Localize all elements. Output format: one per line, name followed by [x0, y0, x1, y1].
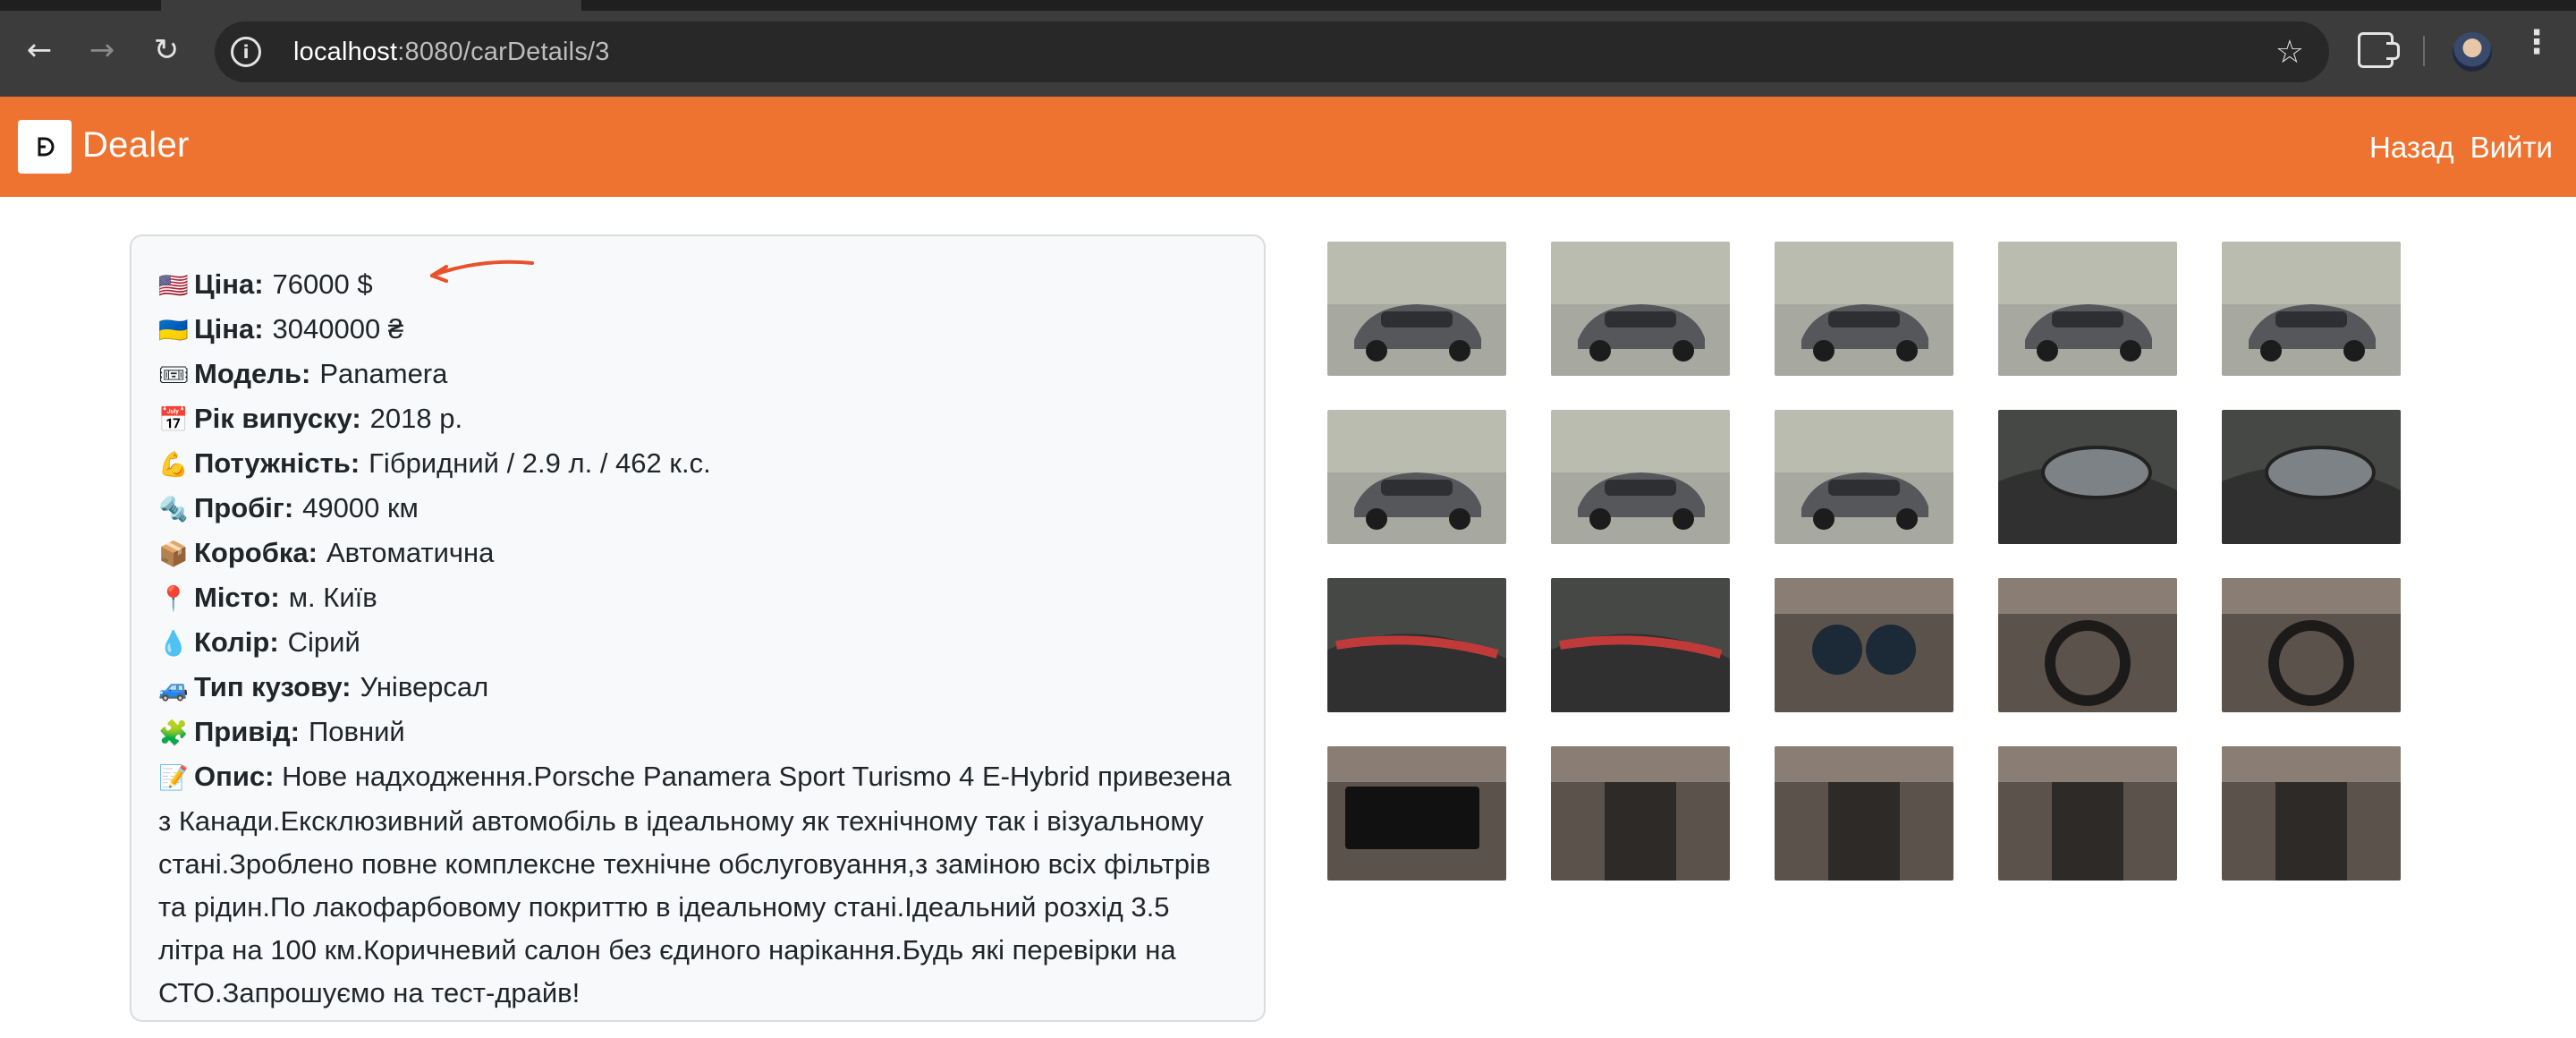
arrow-left-icon: ← [26, 32, 53, 68]
gallery-photo[interactable] [1551, 746, 1730, 881]
price-usd-row: 🇺🇸 Ціна: 76000 $ [158, 263, 1241, 308]
arrow-right-icon: → [89, 32, 115, 68]
row-value: 49000 км [302, 492, 419, 523]
details-card: 🇺🇸 Ціна: 76000 $ 🇺🇦 Ціна: 3040000 ₴ 🎟 Модель:… [130, 234, 1266, 1022]
muscle-icon: 💪 [158, 451, 189, 479]
gallery-photo[interactable] [2222, 242, 2401, 376]
drive-row: 🧩 Привід: Повний [158, 710, 1241, 755]
toolbar-divider [2423, 36, 2425, 66]
back-link[interactable]: Назад [2369, 131, 2454, 165]
row-value: Гібридний / 2.9 л. / 462 к.с. [369, 447, 711, 479]
puzzle-icon[interactable] [2358, 32, 2400, 68]
gallery-photo[interactable] [1998, 410, 2177, 544]
description-text: Нове надходження.Porsche Panamera Sport … [158, 761, 1232, 1008]
row-value: Повний [308, 716, 405, 747]
profile-avatar[interactable] [2453, 32, 2492, 72]
pin-icon: 📍 [158, 585, 189, 613]
puzzle-piece-icon: 🧩 [158, 719, 189, 747]
site-info-icon[interactable]: i [231, 37, 261, 67]
kebab-icon[interactable]: ⋮ [2521, 27, 2553, 59]
row-label: Місто: [194, 582, 280, 613]
row-label: Тип кузову: [194, 671, 352, 702]
row-value: 76000 $ [272, 268, 373, 300]
row-label: Модель: [194, 358, 311, 389]
color-row: 💧 Колір: Сірий [158, 621, 1241, 666]
gallery-photo[interactable] [1327, 746, 1506, 881]
url-text[interactable]: localhost:8080/carDetails/3 [293, 38, 610, 67]
gallery-photo[interactable] [1998, 242, 2177, 376]
car-icon: 🚙 [158, 675, 189, 702]
row-value: Автоматична [326, 537, 495, 568]
row-value: Panamera [319, 358, 448, 389]
gallery-photo[interactable] [1327, 578, 1506, 712]
gallery-photo[interactable] [1327, 410, 1506, 544]
logout-link[interactable]: Вийти [2470, 131, 2553, 165]
active-tab-edge[interactable] [161, 0, 581, 11]
url-path: :8080/carDetails/3 [397, 37, 610, 66]
gallery-photo[interactable] [2222, 746, 2401, 881]
description-label: Опис: [194, 761, 275, 792]
power-row: 💪 Потужність: Гібридний / 2.9 л. / 462 к.с… [158, 442, 1241, 487]
photo-gallery [1327, 242, 2401, 881]
gallery-photo[interactable] [1327, 242, 1506, 376]
back-button[interactable]: ← [20, 30, 59, 70]
gallery-photo[interactable] [1551, 578, 1730, 712]
body-type-row: 🚙 Тип кузову: Універсал [158, 666, 1241, 710]
memo-icon: 📝 [158, 764, 189, 792]
row-value: м. Київ [288, 582, 377, 613]
tab-strip [0, 0, 2576, 11]
reload-icon: ↻ [153, 32, 180, 68]
app-navbar: Dealer Назад Вийти [0, 97, 2576, 197]
row-label: Коробка: [194, 537, 318, 568]
description: 📝 Опис: Нове надходження.Porsche Panamera… [158, 755, 1241, 1015]
car-details-page: 🇺🇸 Ціна: 76000 $ 🇺🇦 Ціна: 3040000 ₴ 🎟 Модель:… [0, 197, 2576, 1038]
year-row: 📅 Рік випуску: 2018 р. [158, 397, 1241, 442]
price-uah-row: 🇺🇦 Ціна: 3040000 ₴ [158, 308, 1241, 353]
gallery-photo[interactable] [1998, 746, 2177, 881]
gallery-photo[interactable] [1998, 578, 2177, 712]
us-flag-icon: 🇺🇸 [158, 272, 189, 300]
row-value: 3040000 ₴ [272, 313, 404, 345]
row-label: Ціна: [194, 268, 264, 300]
url-host: localhost [293, 37, 398, 66]
forward-button[interactable]: → [82, 30, 122, 70]
browser-toolbar: ← → ↻ i localhost:8080/carDetails/3 ☆ ⋮ [0, 0, 2576, 97]
gallery-photo[interactable] [2222, 410, 2401, 544]
ua-flag-icon: 🇺🇦 [158, 317, 189, 345]
details-list: 🇺🇸 Ціна: 76000 $ 🇺🇦 Ціна: 3040000 ₴ 🎟 Модель:… [158, 263, 1241, 1015]
city-row: 📍 Місто: м. Київ [158, 576, 1241, 621]
row-label: Колір: [194, 626, 279, 658]
gallery-photo[interactable] [1551, 410, 1730, 544]
row-value: Універсал [360, 671, 489, 702]
row-label: Пробіг: [194, 492, 294, 523]
row-label: Рік випуску: [194, 403, 361, 434]
row-value: 2018 р. [369, 403, 463, 434]
droplet-icon: 💧 [158, 630, 189, 658]
reload-button[interactable]: ↻ [147, 30, 186, 70]
row-label: Привід: [194, 716, 300, 747]
gallery-photo[interactable] [1551, 242, 1730, 376]
model-row: 🎟 Модель: Panamera [158, 353, 1241, 397]
gallery-photo[interactable] [1775, 578, 1953, 712]
logo-icon[interactable] [18, 120, 72, 174]
bolt-icon: 🔩 [158, 496, 189, 523]
calendar-icon: 📅 [158, 406, 189, 434]
address-bar[interactable]: i localhost:8080/carDetails/3 ☆ [215, 21, 2329, 82]
row-label: Потужність: [194, 447, 360, 479]
row-label: Ціна: [194, 313, 264, 345]
gallery-photo[interactable] [1775, 242, 1953, 376]
transmission-row: 📦 Коробка: Автоматична [158, 532, 1241, 576]
package-icon: 📦 [158, 540, 189, 568]
brand-name[interactable]: Dealer [82, 125, 190, 166]
header-nav: Назад Вийти [2369, 131, 2553, 165]
gallery-photo[interactable] [2222, 578, 2401, 712]
row-value: Сірий [287, 626, 360, 658]
gallery-photo[interactable] [1775, 410, 1953, 544]
gallery-photo[interactable] [1775, 746, 1953, 881]
mileage-row: 🔩 Пробіг: 49000 км [158, 487, 1241, 532]
star-icon[interactable]: ☆ [2275, 34, 2304, 71]
ticket-icon: 🎟 [158, 362, 190, 389]
annotation-arrow-icon [430, 260, 534, 283]
